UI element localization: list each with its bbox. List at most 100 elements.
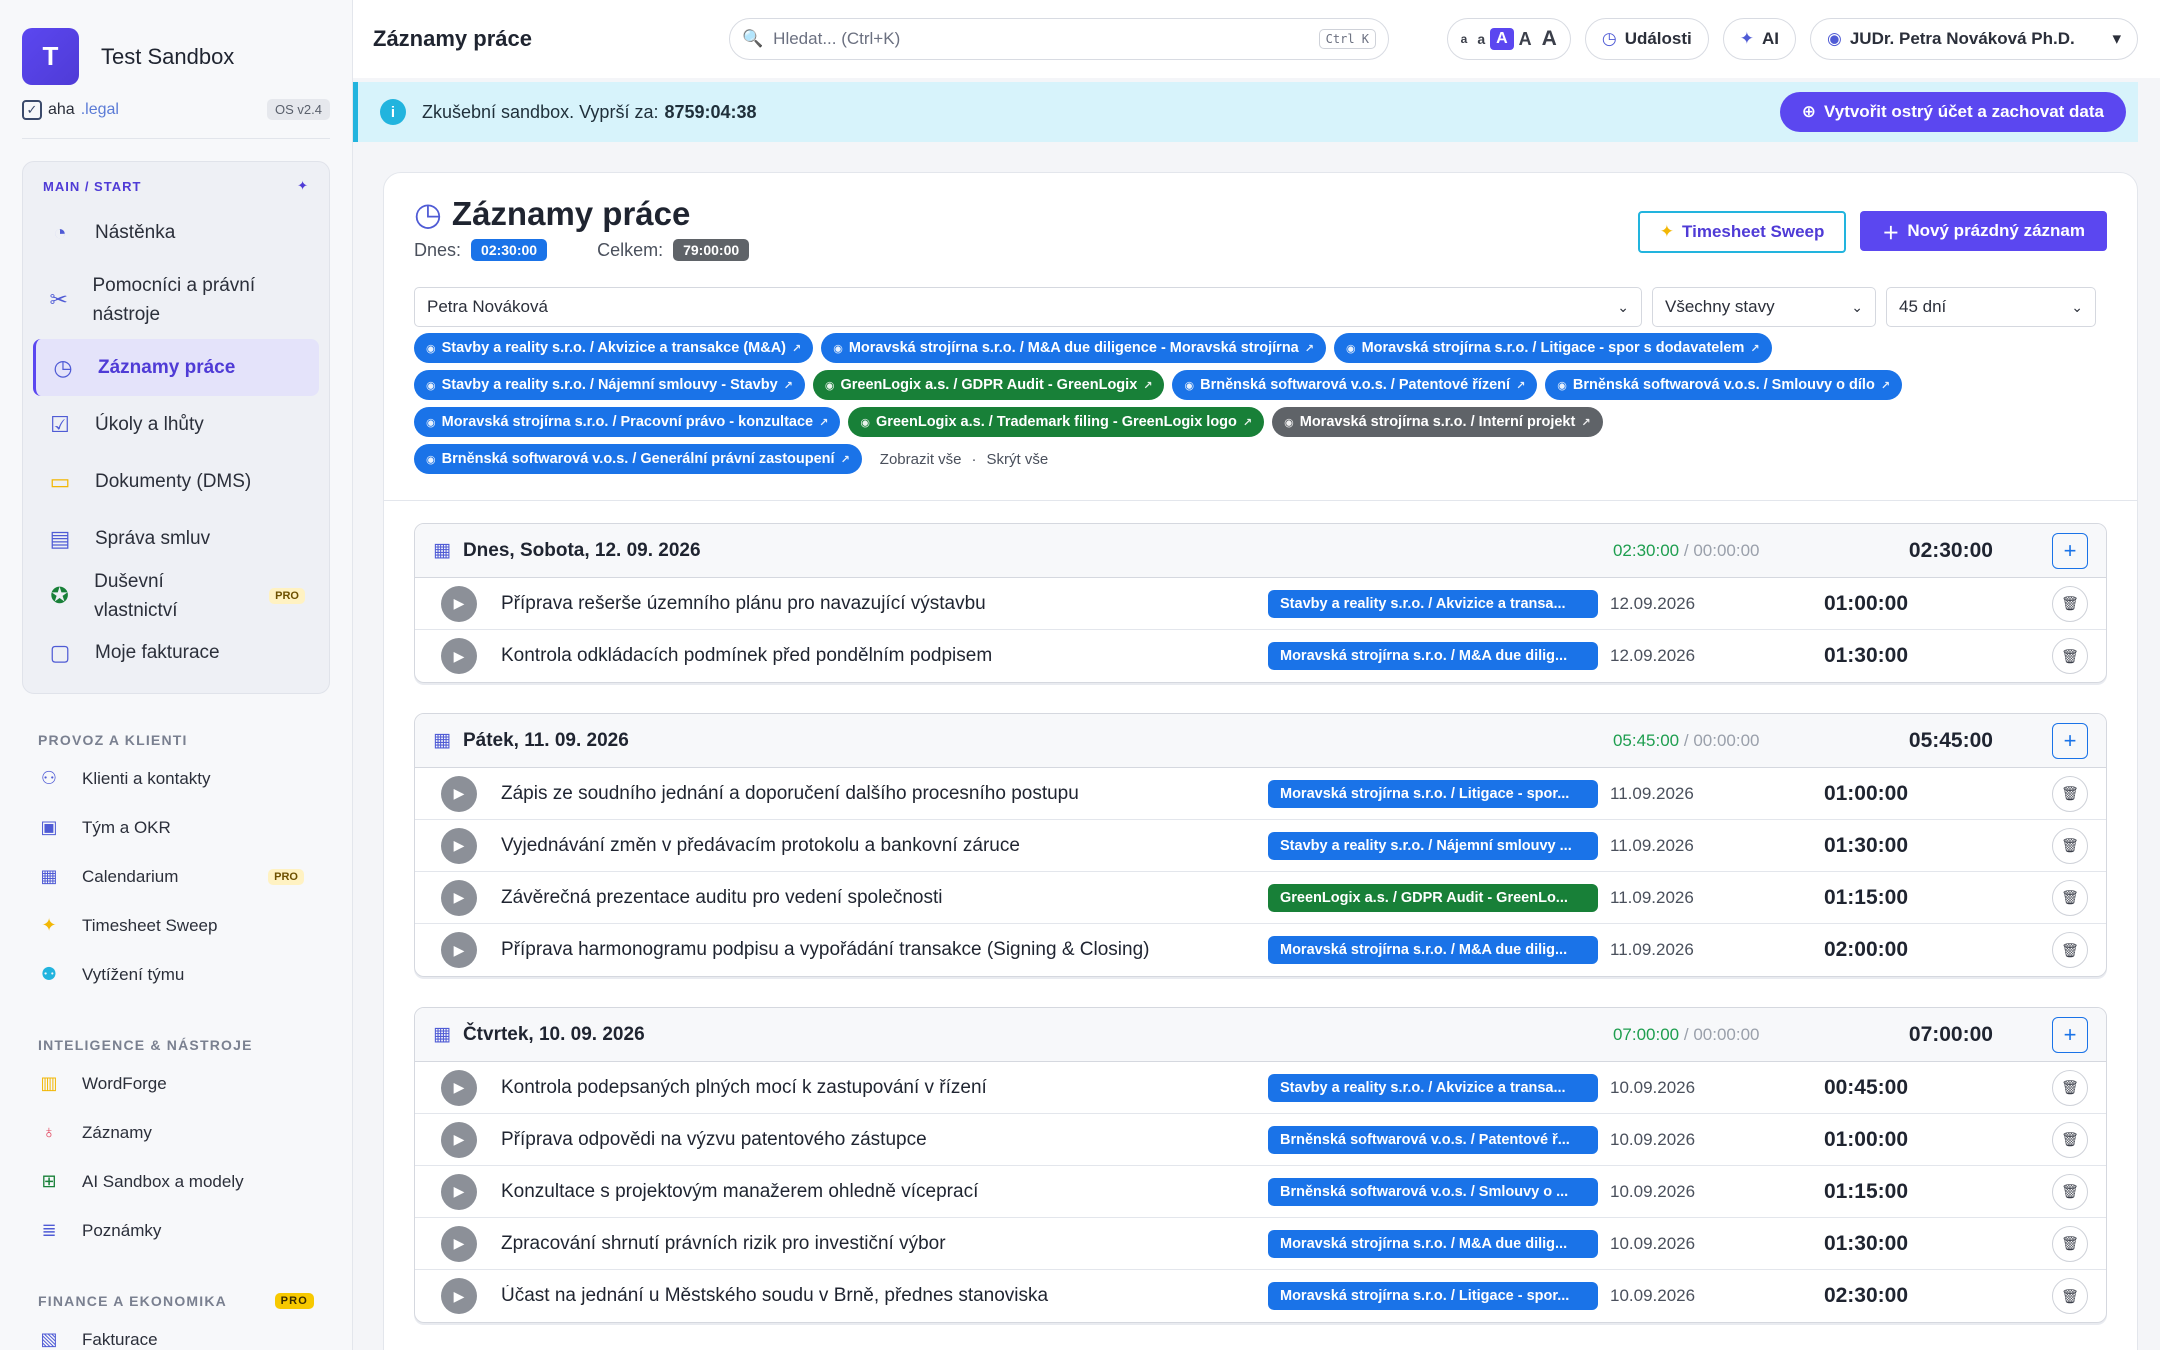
new-entry-button[interactable]: ＋ Nový prázdný záznam bbox=[1860, 211, 2107, 251]
external-link-icon[interactable]: ↗ bbox=[784, 379, 793, 392]
entry-project-tag[interactable]: Moravská strojírna s.r.o. / M&A due dili… bbox=[1268, 936, 1598, 964]
project-filter-tag[interactable]: ◉ Brněnská softwarová v.o.s. / Generální … bbox=[414, 444, 862, 474]
sidebar-subitem[interactable]: ♁ Záznamy bbox=[38, 1108, 314, 1157]
add-entry-button[interactable]: + bbox=[2052, 532, 2088, 569]
sidebar-item-5[interactable]: ▤ Správa smluv bbox=[33, 510, 319, 567]
sidebar-item-7[interactable]: ▢ Moje fakturace bbox=[33, 624, 319, 681]
sidebar-subitem[interactable]: ▦ Calendarium PRO bbox=[38, 852, 314, 901]
trash-icon[interactable]: 🗑 bbox=[2052, 1225, 2088, 1262]
external-link-icon[interactable]: ↗ bbox=[819, 416, 828, 429]
project-filter-tag[interactable]: ◉ Stavby a reality s.r.o. / Akvizice a tr… bbox=[414, 333, 814, 363]
entry-description[interactable]: Účast na jednání u Městského soudu v Brn… bbox=[501, 1285, 1268, 1307]
entry-project-tag[interactable]: Stavby a reality s.r.o. / Akvizice a tra… bbox=[1268, 589, 1598, 618]
project-filter-tag[interactable]: ◉ Brněnská softwarová v.o.s. / Patentové … bbox=[1172, 370, 1538, 400]
play-icon[interactable]: ▶ bbox=[441, 1278, 477, 1314]
entry-description[interactable]: Příprava rešerše územního plánu pro nava… bbox=[501, 593, 1268, 615]
project-filter-tag[interactable]: ◉ GreenLogix a.s. / Trademark filing - Gr… bbox=[848, 407, 1265, 437]
person-select[interactable]: Petra Nováková ⌄ bbox=[414, 287, 1642, 327]
entry-project-tag[interactable]: Stavby a reality s.r.o. / Nájemní smlouv… bbox=[1268, 831, 1598, 860]
sidebar-subitem[interactable]: ▣ Tým a OKR bbox=[38, 803, 314, 852]
external-link-icon[interactable]: ↗ bbox=[1305, 342, 1314, 355]
trash-icon[interactable]: 🗑 bbox=[2052, 1121, 2088, 1158]
sidebar-subitem[interactable]: ▥ WordForge bbox=[38, 1059, 314, 1108]
ai-button[interactable]: ✦ AI bbox=[1722, 18, 1796, 60]
external-link-icon[interactable]: ↗ bbox=[1243, 416, 1252, 429]
entry-description[interactable]: Konzultace s projektovým manažerem ohled… bbox=[501, 1181, 1268, 1203]
user-menu[interactable]: ◉ JUDr. Petra Nováková Ph.D. ▾ bbox=[1810, 18, 2138, 60]
entry-project-tag[interactable]: Moravská strojírna s.r.o. / Litigace - s… bbox=[1268, 1282, 1598, 1310]
entry-project-tag[interactable]: GreenLogix a.s. / GDPR Audit - GreenLo..… bbox=[1268, 883, 1598, 912]
trash-icon[interactable]: 🗑 bbox=[2052, 638, 2088, 674]
entry-description[interactable]: Příprava harmonogramu podpisu a vypořádá… bbox=[501, 939, 1268, 961]
trash-icon[interactable]: 🗑 bbox=[2052, 932, 2088, 968]
font-size-s[interactable]: a bbox=[1472, 31, 1490, 47]
play-icon[interactable]: ▶ bbox=[441, 585, 477, 622]
font-size-l[interactable]: A bbox=[1514, 29, 1537, 50]
external-link-icon[interactable]: ↗ bbox=[1516, 379, 1525, 392]
sidebar-subitem[interactable]: ✦ Timesheet Sweep bbox=[38, 901, 314, 950]
hide-all-link[interactable]: Skrýt vše bbox=[987, 451, 1049, 468]
trash-icon[interactable]: 🗑 bbox=[2052, 775, 2088, 812]
trash-icon[interactable]: 🗑 bbox=[2052, 1069, 2088, 1106]
external-link-icon[interactable]: ↗ bbox=[1750, 342, 1759, 355]
sidebar-item-1[interactable]: ✂ Pomocníci a právní nástroje bbox=[33, 261, 319, 339]
entry-project-tag[interactable]: Moravská strojírna s.r.o. / M&A due dili… bbox=[1268, 1229, 1598, 1258]
play-icon[interactable]: ▶ bbox=[441, 1225, 477, 1262]
trash-icon[interactable]: 🗑 bbox=[2052, 827, 2088, 864]
external-link-icon[interactable]: ↗ bbox=[792, 342, 801, 355]
add-entry-button[interactable]: + bbox=[2052, 722, 2088, 759]
project-filter-tag[interactable]: ◉ Brněnská softwarová v.o.s. / Smlouvy o … bbox=[1545, 370, 1903, 400]
entry-description[interactable]: Zpracování shrnutí právních rizik pro in… bbox=[501, 1233, 1268, 1255]
entry-description[interactable]: Závěrečná prezentace auditu pro vedení s… bbox=[501, 887, 1268, 909]
project-filter-tag[interactable]: ◉ Stavby a reality s.r.o. / Nájemní smlou… bbox=[414, 370, 805, 400]
project-filter-tag[interactable]: ◉ Moravská strojírna s.r.o. / M&A due dil… bbox=[821, 333, 1326, 363]
entry-project-tag[interactable]: Moravská strojírna s.r.o. / M&A due dili… bbox=[1268, 642, 1598, 670]
font-size-xs[interactable]: a bbox=[1456, 32, 1473, 46]
play-icon[interactable]: ▶ bbox=[441, 1121, 477, 1158]
sidebar-subitem[interactable]: ⚇ Klienti a kontakty bbox=[38, 754, 314, 803]
play-icon[interactable]: ▶ bbox=[441, 879, 477, 916]
events-button[interactable]: ◷ Události bbox=[1584, 18, 1709, 60]
play-icon[interactable]: ▶ bbox=[441, 827, 477, 864]
font-size-m[interactable]: A bbox=[1490, 28, 1514, 50]
timesheet-sweep-button[interactable]: ✦ Timesheet Sweep bbox=[1637, 211, 1847, 253]
trash-icon[interactable]: 🗑 bbox=[2052, 879, 2088, 916]
entry-description[interactable]: Vyjednávání změn v předávacím protokolu … bbox=[501, 835, 1268, 857]
sidebar-subitem[interactable]: ≣ Poznámky bbox=[38, 1206, 314, 1255]
play-icon[interactable]: ▶ bbox=[441, 638, 477, 674]
font-size-xl[interactable]: A bbox=[1537, 27, 1562, 51]
sidebar-item-2[interactable]: ◷ Záznamy práce bbox=[33, 339, 319, 396]
project-filter-tag[interactable]: ◉ GreenLogix a.s. / GDPR Audit - GreenLog… bbox=[812, 370, 1165, 400]
play-icon[interactable]: ▶ bbox=[441, 1173, 477, 1210]
entry-description[interactable]: Kontrola odkládacích podmínek před pondě… bbox=[501, 645, 1268, 667]
show-all-link[interactable]: Zobrazit vše bbox=[880, 451, 962, 468]
sidebar-subitem[interactable]: ⚉ Vytížení týmu bbox=[38, 950, 314, 999]
external-link-icon[interactable]: ↗ bbox=[1143, 379, 1152, 392]
workspace-switcher[interactable]: T Test Sandbox bbox=[22, 0, 330, 85]
sidebar-subitem[interactable]: ▧ Fakturace bbox=[38, 1315, 314, 1350]
sidebar-item-6[interactable]: ✪ Duševní vlastnictví PRO bbox=[33, 567, 319, 624]
entry-description[interactable]: Příprava odpovědi na výzvu patentového z… bbox=[501, 1129, 1268, 1151]
create-account-button[interactable]: ⊕ Vytvořit ostrý účet a zachovat data bbox=[1779, 92, 2126, 132]
external-link-icon[interactable]: ↗ bbox=[1581, 416, 1590, 429]
entry-description[interactable]: Kontrola podepsaných plných mocí k zastu… bbox=[501, 1077, 1268, 1099]
trash-icon[interactable]: 🗑 bbox=[2052, 1278, 2088, 1314]
play-icon[interactable]: ▶ bbox=[441, 932, 477, 968]
search-input[interactable]: 🔍 Hledat... (Ctrl+K) Ctrl K bbox=[729, 18, 1389, 60]
entry-project-tag[interactable]: Brněnská softwarová v.o.s. / Patentové ř… bbox=[1268, 1125, 1598, 1154]
sidebar-item-4[interactable]: ▭ Dokumenty (DMS) bbox=[33, 453, 319, 510]
sidebar-item-3[interactable]: ☑ Úkoly a lhůty bbox=[33, 396, 319, 453]
trash-icon[interactable]: 🗑 bbox=[2052, 585, 2088, 622]
project-filter-tag[interactable]: ◉ Moravská strojírna s.r.o. / Pracovní pr… bbox=[414, 407, 841, 437]
sparkle-icon[interactable]: ✦ bbox=[297, 178, 309, 194]
trash-icon[interactable]: 🗑 bbox=[2052, 1173, 2088, 1210]
entry-description[interactable]: Zápis ze soudního jednání a doporučení d… bbox=[501, 783, 1268, 805]
play-icon[interactable]: ▶ bbox=[441, 1069, 477, 1106]
add-entry-button[interactable]: + bbox=[2052, 1016, 2088, 1053]
external-link-icon[interactable]: ↗ bbox=[841, 453, 850, 466]
entry-project-tag[interactable]: Stavby a reality s.r.o. / Akvizice a tra… bbox=[1268, 1073, 1598, 1102]
project-filter-tag[interactable]: ◉ Moravská strojírna s.r.o. / Litigace - … bbox=[1333, 333, 1772, 363]
entry-project-tag[interactable]: Moravská strojírna s.r.o. / Litigace - s… bbox=[1268, 779, 1598, 808]
range-select[interactable]: 45 dní ⌄ bbox=[1886, 287, 2096, 327]
status-select[interactable]: Všechny stavy ⌄ bbox=[1652, 287, 1876, 327]
